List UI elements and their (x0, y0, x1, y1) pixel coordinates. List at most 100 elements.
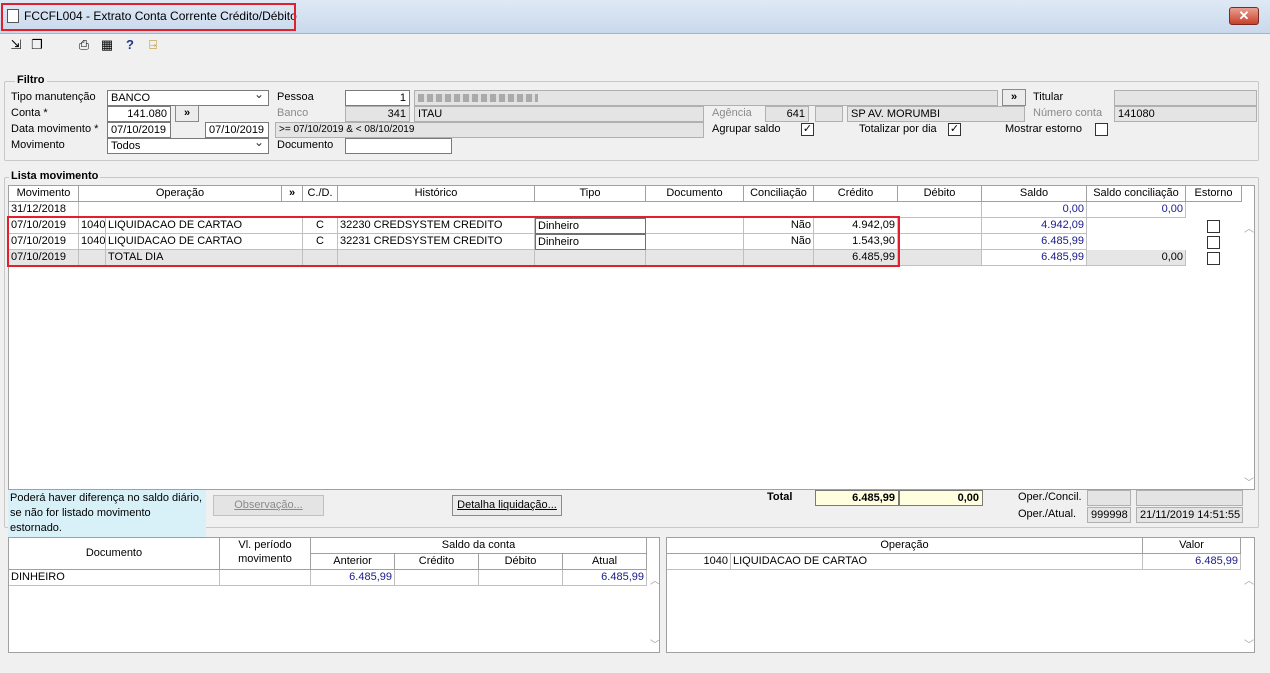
movimento-select[interactable]: Todos (107, 138, 269, 154)
close-button[interactable]: ✕ (1229, 7, 1259, 25)
help-icon[interactable]: ? (122, 37, 138, 53)
header-documento[interactable]: Documento (9, 538, 220, 570)
operacao-row-name[interactable]: LIQUIDACAO DE CARTAO (731, 554, 1143, 570)
total-row-debito[interactable] (898, 250, 982, 266)
detalha-liquidacao-button[interactable]: Detalha liquidação... (452, 495, 562, 516)
scroll-down-icon[interactable]: ﹀ (650, 636, 660, 651)
mostrar-estorno-label: Mostrar estorno (1005, 123, 1083, 135)
data-fim-input[interactable]: 07/10/2019 (205, 122, 269, 138)
saldo-row-documento[interactable]: DINHEIRO (9, 570, 220, 586)
header-debito[interactable]: Débito (898, 186, 982, 202)
conta-label: Conta * (11, 107, 48, 119)
data-movimento-label: Data movimento * (11, 123, 99, 135)
header-documento[interactable]: Documento (646, 186, 744, 202)
data-expression: >= 07/10/2019 & < 08/10/2019 (275, 122, 704, 138)
exit-door-icon[interactable]: ⍈ (145, 37, 161, 53)
title-highlight (1, 3, 296, 31)
table-row-estorno-checkbox[interactable] (1207, 236, 1220, 249)
table-row-saldo[interactable]: 6.485,99 (982, 234, 1087, 250)
tipo-manutencao-select[interactable]: BANCO (107, 90, 269, 106)
header-saldo-conciliacao[interactable]: Saldo conciliação (1087, 186, 1186, 202)
banco-code: 341 (345, 106, 410, 122)
saldo-row-credito[interactable] (395, 570, 479, 586)
calendar-icon[interactable]: ▦ (99, 37, 115, 53)
scroll-up-icon[interactable]: ︿ (650, 572, 660, 587)
header-cd[interactable]: C./D. (303, 186, 338, 202)
operacao-row-valor[interactable]: 6.485,99 (1143, 554, 1241, 570)
total-credito: 6.485,99 (815, 490, 899, 506)
opening-row-saldo[interactable]: 0,00 (982, 202, 1087, 218)
header-credito[interactable]: Crédito (814, 186, 898, 202)
agrupar-saldo-label: Agrupar saldo (712, 123, 781, 135)
total-row-estorno-checkbox[interactable] (1207, 252, 1220, 265)
total-row-saldo[interactable]: 6.485,99 (982, 250, 1087, 266)
scroll-down-icon[interactable]: ﹀ (1244, 636, 1254, 651)
operacao-row-code[interactable]: 1040 (667, 554, 731, 570)
notice-line2: se não for listado movimento estornado. (10, 507, 151, 534)
pessoa-name-blurred (414, 90, 998, 106)
mostrar-estorno-checkbox[interactable] (1095, 123, 1108, 136)
rows-highlight (7, 216, 900, 267)
pessoa-label: Pessoa (277, 91, 314, 103)
header-expand-button[interactable]: » (282, 186, 303, 202)
pessoa-input[interactable]: 1 (345, 90, 410, 106)
lista-title: Lista movimento (9, 170, 101, 182)
table-row-saldo[interactable]: 4.942,09 (982, 218, 1087, 234)
scroll-up-icon[interactable]: ︿ (1244, 572, 1254, 587)
header-tipo[interactable]: Tipo (535, 186, 646, 202)
header-movimento[interactable]: Movimento (9, 186, 79, 202)
scroll-up-icon[interactable]: ︿ (1244, 220, 1254, 235)
opening-row-saldo-conciliacao[interactable]: 0,00 (1087, 202, 1186, 218)
totalizar-checkbox[interactable]: ✓ (948, 123, 961, 136)
notice-line1: Poderá haver diferença no saldo diário, (10, 492, 203, 504)
header-valor[interactable]: Valor (1143, 538, 1241, 554)
agrupar-saldo-checkbox[interactable]: ✓ (801, 123, 814, 136)
tipo-manutencao-label: Tipo manutenção (11, 91, 96, 103)
header-operacao[interactable]: Operação (667, 538, 1143, 554)
export-icon[interactable]: ⇲ (8, 37, 24, 53)
conta-lookup-button[interactable]: » (175, 105, 199, 122)
oper-concil-date (1136, 490, 1243, 506)
saldo-row-debito[interactable] (479, 570, 563, 586)
agencia-digit (815, 106, 843, 122)
saldo-row-vl-periodo[interactable] (220, 570, 311, 586)
table-row-debito[interactable] (898, 234, 982, 250)
observacao-button[interactable]: Observação... (213, 495, 324, 516)
documento-input[interactable] (345, 138, 452, 154)
pessoa-lookup-button[interactable]: » (1002, 89, 1026, 106)
total-row-saldo-conciliacao[interactable]: 0,00 (1087, 250, 1186, 266)
header-atual[interactable]: Atual (563, 554, 647, 570)
header-conciliacao[interactable]: Conciliação (744, 186, 814, 202)
scroll-down-icon[interactable]: ﹀ (1244, 474, 1254, 489)
oper-concil-user (1087, 490, 1131, 506)
header-operacao[interactable]: Operação (79, 186, 282, 202)
header-estorno[interactable]: Estorno (1186, 186, 1242, 202)
table-row-debito[interactable] (898, 218, 982, 234)
header-saldo-conta[interactable]: Saldo da conta (311, 538, 647, 554)
header-vl-periodo[interactable]: Vl. período movimento (220, 538, 311, 570)
header-saldo[interactable]: Saldo (982, 186, 1087, 202)
titular-label: Titular (1033, 91, 1064, 103)
saldo-row-atual[interactable]: 6.485,99 (563, 570, 647, 586)
oper-concil-label: Oper./Concil. (1018, 491, 1082, 503)
data-inicio-input[interactable]: 07/10/2019 (107, 122, 171, 138)
banco-name: ITAU (414, 106, 704, 122)
header-credito[interactable]: Crédito (395, 554, 479, 570)
oper-atual-label: Oper./Atual. (1018, 508, 1077, 520)
header-historico[interactable]: Histórico (338, 186, 535, 202)
copy-icon[interactable]: ❐ (29, 37, 45, 53)
oper-atual-date: 21/11/2019 14:51:55 (1136, 507, 1243, 523)
filtro-title: Filtro (15, 74, 47, 86)
total-label: Total (767, 491, 793, 503)
table-row-estorno-checkbox[interactable] (1207, 220, 1220, 233)
header-debito[interactable]: Débito (479, 554, 563, 570)
print-icon[interactable]: ⎙ (76, 37, 92, 53)
saldo-row-anterior[interactable]: 6.485,99 (311, 570, 395, 586)
documento-label: Documento (277, 139, 334, 151)
agencia-code: 641 (765, 106, 809, 122)
titular-field (1114, 90, 1257, 106)
header-anterior[interactable]: Anterior (311, 554, 395, 570)
movimento-label: Movimento (11, 139, 65, 151)
numero-conta-label: Número conta (1033, 107, 1103, 119)
conta-input[interactable]: 141.080 (107, 106, 171, 122)
